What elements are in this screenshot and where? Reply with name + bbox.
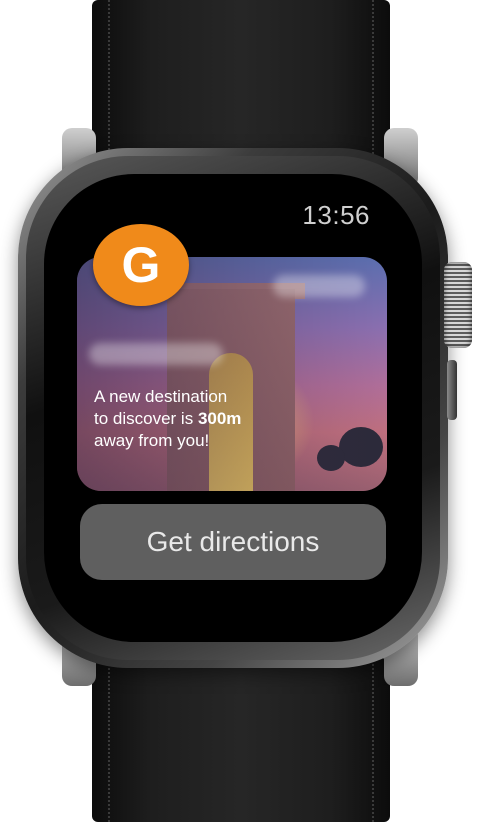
message-line-2: to discover is 300m [94, 408, 314, 430]
clock-time: 13:56 [302, 200, 370, 230]
message-line-1: A new destination [94, 387, 228, 406]
blurred-text [273, 275, 365, 297]
message-line-3: away from you! [94, 431, 210, 450]
side-button[interactable] [447, 360, 457, 420]
digital-crown[interactable] [444, 262, 472, 348]
strap-stitching [108, 640, 110, 822]
app-logo: G [93, 224, 189, 306]
notification-message: A new destination to discover is 300m aw… [94, 386, 314, 452]
strap-stitching [372, 640, 374, 822]
logo-letter: G [121, 237, 161, 293]
blurred-text [89, 343, 223, 365]
message-line-2-text: to discover is [94, 409, 198, 428]
get-directions-button[interactable]: Get directions [80, 504, 386, 580]
distance-value: 300m [197, 409, 242, 428]
